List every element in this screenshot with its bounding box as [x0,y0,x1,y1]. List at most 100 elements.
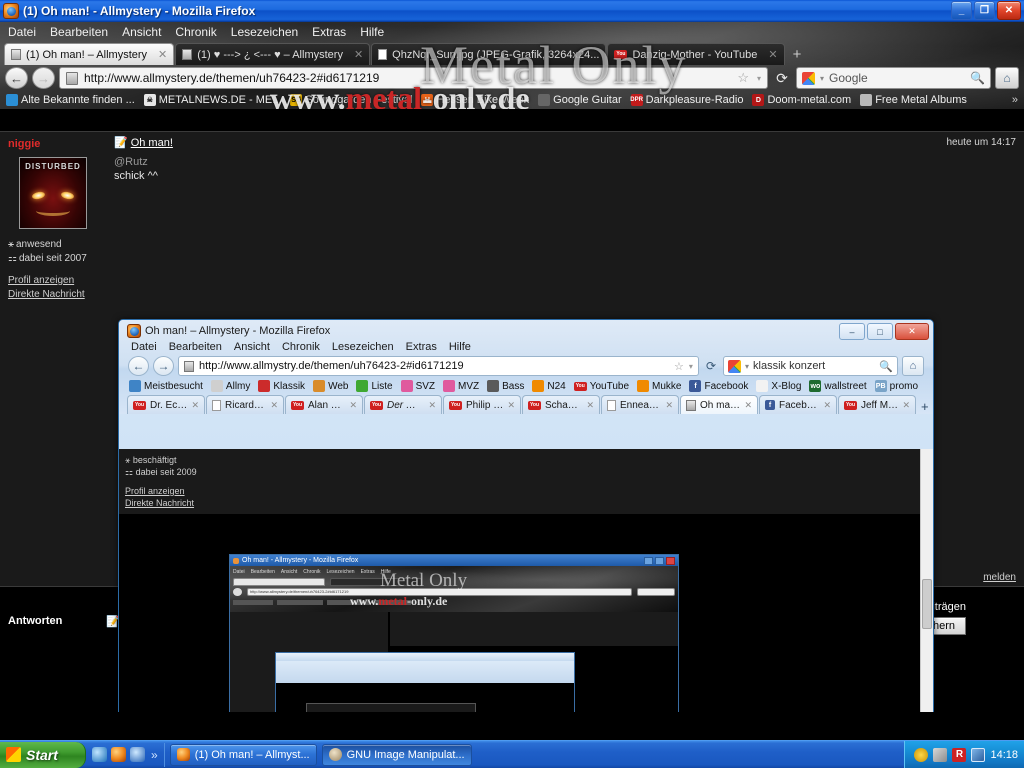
level2-browser-tab[interactable]: Enneagr...✕ [601,395,679,414]
level2-address-bar[interactable]: http://www.allmystry.de/themen/uh76423-2… [178,356,699,376]
level2-menu-hilfe[interactable]: Hilfe [449,341,471,353]
bookmark-item[interactable]: Meistbesucht [129,380,203,392]
tab-close-icon[interactable]: ✕ [902,400,910,411]
level3-search-bar[interactable] [637,588,675,596]
level2-home-button[interactable]: ⌂ [902,356,924,376]
search-bar[interactable]: ▾ Google 🔍 [796,67,991,89]
network-disconnected-icon[interactable] [933,748,947,762]
tab-close-icon[interactable]: ✕ [586,400,594,411]
level2-browser-tab[interactable]: fFacebook✕ [759,395,837,414]
bookmark-item[interactable]: Bass [487,380,524,392]
tab-close-icon[interactable]: ✕ [270,400,278,411]
bookmark-item[interactable]: Allmy [211,380,250,392]
taskbar-clock[interactable]: 14:18 [990,749,1018,761]
level2-reload-button[interactable]: ⟳ [703,359,719,373]
level2-browser-tab[interactable]: YouJeff Mill...✕ [838,395,916,414]
level2-forward-button[interactable]: → [153,356,174,376]
report-link[interactable]: melden [983,572,1016,583]
level2-direct-message-link[interactable]: Direkte Nachricht [125,497,209,509]
bookmark-item[interactable]: Web [313,380,348,392]
browser-tab[interactable]: (1) Oh man! – Allmystery ✕ [4,43,174,65]
level2-browser-tab[interactable]: YouDer W. ...✕ [364,395,442,414]
browser-tab[interactable]: You Danzig-Mother - YouTube ✕ [607,43,784,65]
back-button[interactable]: ← [5,67,28,89]
browser-tab[interactable]: QhzNqr_Sun.jpg (JPEG-Grafik, 3264x24... [371,43,606,65]
bookmark-star-icon[interactable]: ☆ [674,360,684,373]
bookmarks-overflow-icon[interactable]: » [1012,94,1018,106]
bookmark-item[interactable]: X-Blog [756,380,801,392]
level2-menu-ansicht[interactable]: Ansicht [234,341,270,353]
browser-tab[interactable]: (1) ♥ ---> ¿ <--- ♥ – Allmystery ✕ [175,43,370,65]
bookmark-item[interactable]: Mukke [637,380,681,392]
level2-view-profile-link[interactable]: Profil anzeigen [125,485,209,497]
bookmark-item[interactable]: N24 [532,380,565,392]
bookmark-item[interactable]: DDoom-metal.com [752,94,851,106]
bookmark-item[interactable] [233,600,273,605]
search-input[interactable]: Google [829,71,868,85]
level3-menu-chronik[interactable]: Chronik [303,569,320,575]
google-icon[interactable] [728,360,741,373]
level2-menu-chronik[interactable]: Chronik [282,341,320,353]
start-button[interactable]: Start [0,742,86,768]
google-icon[interactable] [802,72,815,85]
bookmark-item[interactable]: Alte Bekannte finden ... [6,94,135,106]
level3-menu-ansicht[interactable]: Ansicht [281,569,297,575]
bookmark-item[interactable]: PBpromo [875,380,918,392]
tab-close-icon[interactable]: ✕ [158,48,167,61]
level2-menu-bearbeiten[interactable]: Bearbeiten [169,341,222,353]
address-bar[interactable]: http://www.allmystery.de/themen/uh76423-… [59,67,768,89]
level2-browser-tab[interactable]: YouSchand...✕ [522,395,600,414]
bookmark-item[interactable]: SVZ [401,380,435,392]
level2-search-input[interactable]: klassik konzert [753,360,825,372]
maximize-button[interactable]: ❐ [974,1,995,20]
level2-browser-tab-active[interactable]: Oh man...✕ [680,395,758,414]
level3-browser-tab[interactable] [233,578,325,586]
author-name[interactable]: niggie [8,138,98,150]
home-button[interactable]: ⌂ [995,67,1019,89]
bookmark-item[interactable]: YouYouTube [574,381,629,392]
menu-extras[interactable]: Extras [312,25,346,39]
level3-menu-bearbeiten[interactable]: Bearbeiten [251,569,275,575]
level3-back-button[interactable] [233,588,242,596]
level3-menu-lesezeichen[interactable]: Lesezeichen [327,569,355,575]
chevron-down-icon[interactable]: ▾ [757,74,761,83]
chevron-down-icon[interactable]: ▾ [689,362,693,371]
reload-button[interactable]: ⟳ [772,67,792,89]
level2-menu-datei[interactable]: Datei [131,341,157,353]
bookmark-item[interactable]: Liste [356,380,392,392]
bookmark-item[interactable]: DPRDarkpleasure-Radio [631,94,744,106]
level2-search-bar[interactable]: ▾ klassik konzert 🔍 [723,356,898,376]
level2-menu-lesezeichen[interactable]: Lesezeichen [332,341,394,353]
post-topic-link[interactable]: Oh man! [131,137,173,149]
bookmark-item[interactable]: SGSoundgarden Festival [290,94,412,106]
view-profile-link[interactable]: Profil anzeigen [8,274,98,288]
bookmark-star-icon[interactable]: ☆ [737,70,749,86]
level2-browser-tab[interactable]: YouDr. Ecka...✕ [127,395,205,414]
bookmark-item[interactable]: MVZ [443,380,479,392]
level2-menu-extras[interactable]: Extras [406,341,437,353]
forward-button[interactable]: → [32,67,55,89]
quick-launch-overflow-icon[interactable]: » [151,748,158,762]
level2-back-button[interactable]: ← [128,356,149,376]
level3-minimize-button[interactable] [644,557,653,565]
tab-close-icon[interactable]: ✕ [744,400,752,411]
search-icon[interactable]: 🔍 [879,360,893,373]
tab-close-icon[interactable]: ✕ [428,400,436,411]
scrollbar-thumb[interactable] [922,579,932,629]
level2-minimize-button[interactable]: – [839,323,865,340]
level2-browser-tab[interactable]: YouAlan Po...✕ [285,395,363,414]
tab-close-icon[interactable]: ✕ [823,400,831,411]
menu-datei[interactable]: Datei [8,25,36,39]
level2-new-tab-button[interactable]: + [917,399,929,414]
r-icon[interactable]: R [952,748,966,762]
level2-close-button[interactable]: ✕ [895,323,929,340]
search-icon[interactable]: 🔍 [970,71,985,85]
tab-close-icon[interactable]: ✕ [191,400,199,411]
level3-close-button[interactable] [666,557,675,565]
ie-icon[interactable] [92,747,107,762]
menu-ansicht[interactable]: Ansicht [122,25,161,39]
tab-close-icon[interactable]: ✕ [768,48,777,61]
menu-bearbeiten[interactable]: Bearbeiten [50,25,108,39]
tab-close-icon[interactable]: ✕ [354,48,363,61]
tab-close-icon[interactable]: ✕ [349,400,357,411]
